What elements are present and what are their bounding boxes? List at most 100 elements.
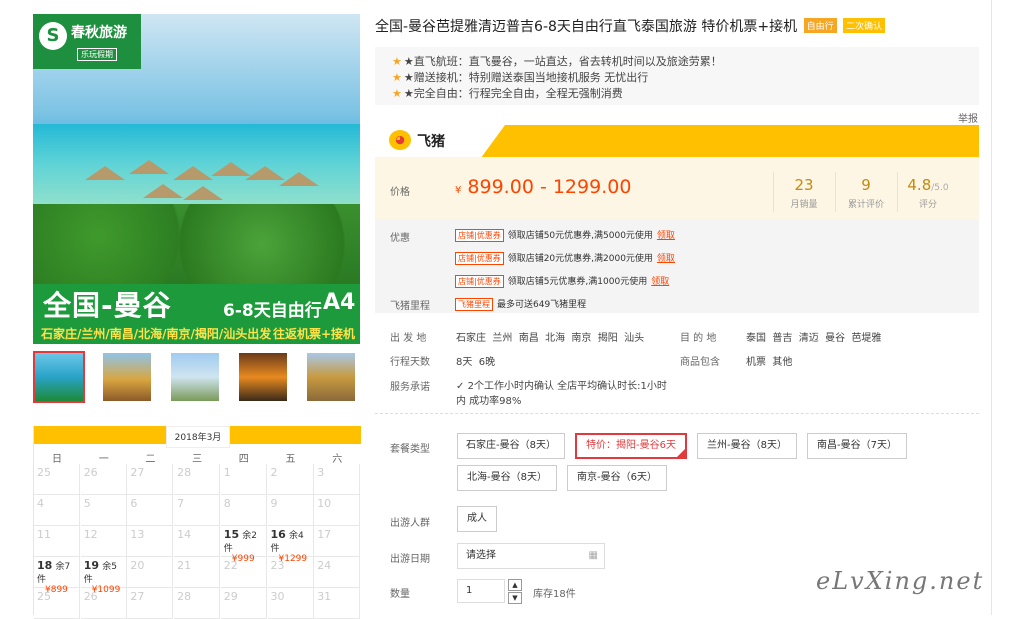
- star-icon: ★: [392, 87, 402, 100]
- date-picker-input[interactable]: 请选择 ▦: [457, 543, 605, 569]
- availability-calendar: 2018年3月 日一二三四五六 25 26 27 28 1 2 3 4 5 6 7 8 9 10 11 12 13…: [33, 426, 361, 619]
- calendar-day: 23: [267, 557, 314, 588]
- weekday-label: 四: [238, 454, 249, 465]
- hero-title: 全国-曼谷: [43, 289, 172, 322]
- people-label: 出游人群: [390, 518, 430, 529]
- feature-list: ★ ★直飞航班：直飞曼谷，一站直达，省去转机时间以及旅途劳累！ ★ ★赠送接机：特别…: [375, 47, 979, 105]
- badge-confirm: 二次确认: [843, 18, 886, 33]
- calendar-day: 13: [127, 526, 174, 557]
- dest-value: 泰国 普吉 清迈 曼谷 芭堤雅: [746, 333, 882, 344]
- stat-reviews[interactable]: 9 累计评价: [836, 176, 896, 210]
- calendar-month: 2018年3月: [166, 426, 230, 448]
- weekday-label: 日: [52, 454, 62, 465]
- coupon-row: 店铺|优惠券 领取店铺5元优惠券,满1000元使用 领取: [455, 274, 669, 288]
- calendar-day: 31: [314, 588, 361, 619]
- package-option[interactable]: 南京-曼谷（6天）: [567, 465, 667, 491]
- calendar-day: 4: [34, 495, 80, 526]
- calendar-day: 5: [80, 495, 127, 526]
- brand-name: 春秋旅游: [71, 25, 127, 41]
- days-value: 8天 6晚: [456, 357, 496, 368]
- include-label: 商品包含: [680, 357, 720, 368]
- star-icon: ★: [392, 55, 402, 68]
- report-link[interactable]: 举报: [958, 110, 978, 125]
- jungle-area: [33, 204, 360, 284]
- brand-logo: S 春秋旅游 乐玩假期: [33, 14, 141, 69]
- platform-name: 飞猪: [417, 134, 445, 150]
- thumbnail-1[interactable]: [33, 351, 85, 403]
- depart-label: 出 发 地: [390, 333, 427, 344]
- coupon-row: 店铺|优惠券 领取店铺20元优惠券,满2000元使用 领取: [455, 251, 675, 265]
- calendar-day-available[interactable]: 19 余5件 ¥1099: [80, 557, 127, 595]
- hero-extras: 往返机票+接机: [273, 327, 356, 341]
- dest-label: 目 的 地: [680, 333, 717, 344]
- calendar-day: 26: [80, 588, 127, 619]
- promo-label: 优惠: [390, 233, 410, 244]
- calendar-day: 28: [174, 588, 221, 619]
- check-circle-icon: ✓: [456, 381, 465, 392]
- days-label: 行程天数: [390, 357, 430, 368]
- feature-item: ★ ★赠送接机：特别赠送泰国当地接机服务 无忧出行: [392, 71, 649, 84]
- product-title-text: 全国-曼谷芭提雅清迈普吉6-8天自由行直飞泰国旅游 特价机票+接机: [375, 19, 798, 35]
- weekday-label: 二: [145, 454, 156, 465]
- calendar-day: 25: [34, 588, 80, 619]
- package-option[interactable]: 北海-曼谷（8天）: [457, 465, 557, 491]
- calendar-day: 1: [220, 464, 267, 495]
- brand-s-icon: S: [39, 22, 67, 50]
- calendar-day: 21: [174, 557, 221, 588]
- claim-coupon-link[interactable]: 领取: [657, 231, 675, 241]
- calendar-day: 25: [34, 464, 80, 495]
- package-option[interactable]: 兰州-曼谷（8天）: [697, 433, 797, 459]
- calendar-day: 12: [80, 526, 127, 557]
- service-label: 服务承诺: [390, 382, 430, 393]
- star-icon: ★: [392, 71, 402, 84]
- watermark: eLvXing.net: [816, 567, 985, 595]
- brand-sub: 乐玩假期: [77, 48, 117, 61]
- hut-roof: [85, 166, 125, 180]
- hero-tagline: 6-8天自由行: [223, 301, 322, 321]
- thumbnail-3[interactable]: [169, 351, 221, 403]
- calendar-day: 30: [267, 588, 314, 619]
- thumbnail-5[interactable]: [305, 351, 357, 403]
- calendar-day-available[interactable]: 15 余2件 ¥999: [220, 526, 267, 564]
- calendar-day: 26: [80, 464, 127, 495]
- calendar-day: 11: [34, 526, 80, 557]
- package-label: 套餐类型: [390, 444, 430, 455]
- calendar-day: 27: [127, 588, 174, 619]
- price-label: 价格: [390, 187, 410, 198]
- calendar-day: 22: [220, 557, 267, 588]
- hero-cities: 石家庄/兰州/南昌/北海/南京/揭阳/汕头出发: [41, 327, 272, 341]
- quantity-input[interactable]: 1: [457, 579, 505, 603]
- weekday-label: 三: [192, 454, 203, 465]
- hut-roof: [173, 166, 213, 180]
- calendar-day: 2: [267, 464, 314, 495]
- calendar-day-available[interactable]: 16 余4件 ¥1299: [267, 526, 314, 564]
- calendar-day-available[interactable]: 18 余7件 ¥899: [34, 557, 80, 595]
- qty-decrease-button[interactable]: ▼: [508, 592, 522, 604]
- service-value: ✓ 2个工作小时内确认 全店平均确认时长:1小时: [456, 381, 667, 392]
- package-option-selected[interactable]: 特价：揭阳-曼谷6天: [575, 433, 687, 459]
- thumbnail-4[interactable]: [237, 351, 289, 403]
- badge-free-travel: 自由行: [803, 18, 837, 33]
- calendar-day: 6: [127, 495, 174, 526]
- mileage-label: 飞猪里程: [390, 301, 430, 312]
- hero-code: A4: [323, 290, 356, 315]
- section-divider: [375, 413, 979, 414]
- feature-item: ★ ★直飞航班：直飞曼谷，一站直达，省去转机时间以及旅途劳累！: [392, 55, 722, 68]
- include-value: 机票 其他: [746, 357, 793, 368]
- package-option[interactable]: 南昌-曼谷（7天）: [807, 433, 907, 459]
- qty-increase-button[interactable]: ▲: [508, 579, 522, 591]
- product-main-image[interactable]: 全国-曼谷 6-8天自由行 A4 石家庄/兰州/南昌/北海/南京/揭阳/汕头出发…: [33, 14, 360, 344]
- people-option[interactable]: 成人: [457, 506, 497, 532]
- stock-text: 库存18件: [533, 589, 576, 600]
- package-option[interactable]: 石家庄-曼谷（8天）: [457, 433, 565, 459]
- claim-coupon-link[interactable]: 领取: [657, 254, 675, 264]
- service-value-2: 内 成功率98%: [456, 396, 522, 407]
- thumbnail-2[interactable]: [101, 351, 153, 403]
- hut-roof: [183, 186, 223, 200]
- hut-roof: [279, 172, 319, 186]
- price-value: ¥ 899.00 - 1299.00: [455, 176, 632, 198]
- calendar-day: 7: [174, 495, 221, 526]
- thumbnail-strip: [33, 351, 360, 403]
- claim-coupon-link[interactable]: 领取: [651, 277, 669, 287]
- calendar-day: 17: [314, 526, 361, 557]
